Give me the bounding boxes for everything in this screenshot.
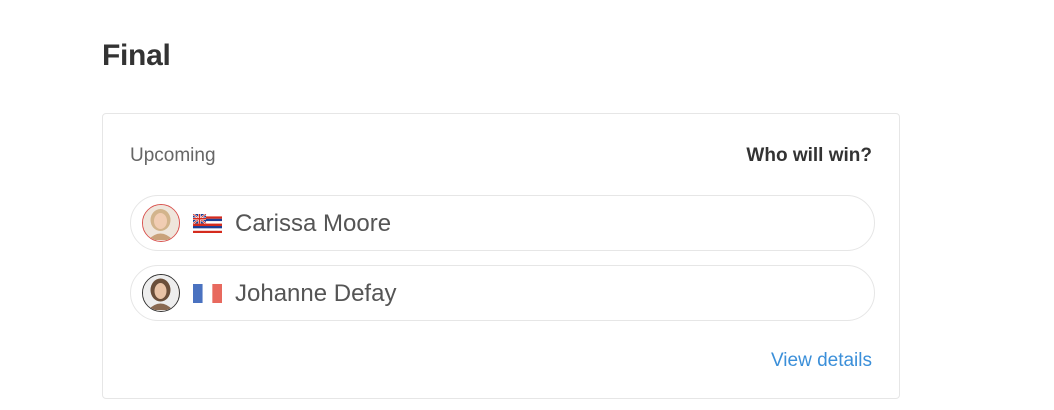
athlete-name: Johanne Defay <box>235 280 397 307</box>
athlete-option-johanne-defay[interactable]: Johanne Defay <box>130 265 875 321</box>
view-details-link[interactable]: View details <box>771 349 872 373</box>
athlete-option-carissa-moore[interactable]: Carissa Moore <box>130 195 875 251</box>
page-title: Final <box>102 39 171 72</box>
athlete-name: Carissa Moore <box>235 210 392 237</box>
france-flag-icon <box>193 284 222 303</box>
avatar <box>142 274 180 312</box>
prediction-prompt: Who will win? <box>746 145 872 166</box>
card-header: Upcoming Who will win? <box>130 144 872 168</box>
hawaii-flag-icon <box>193 214 222 233</box>
heat-card: Upcoming Who will win? Carissa Moore Joh… <box>102 113 900 399</box>
avatar <box>142 204 180 242</box>
heat-status: Upcoming <box>130 145 216 166</box>
